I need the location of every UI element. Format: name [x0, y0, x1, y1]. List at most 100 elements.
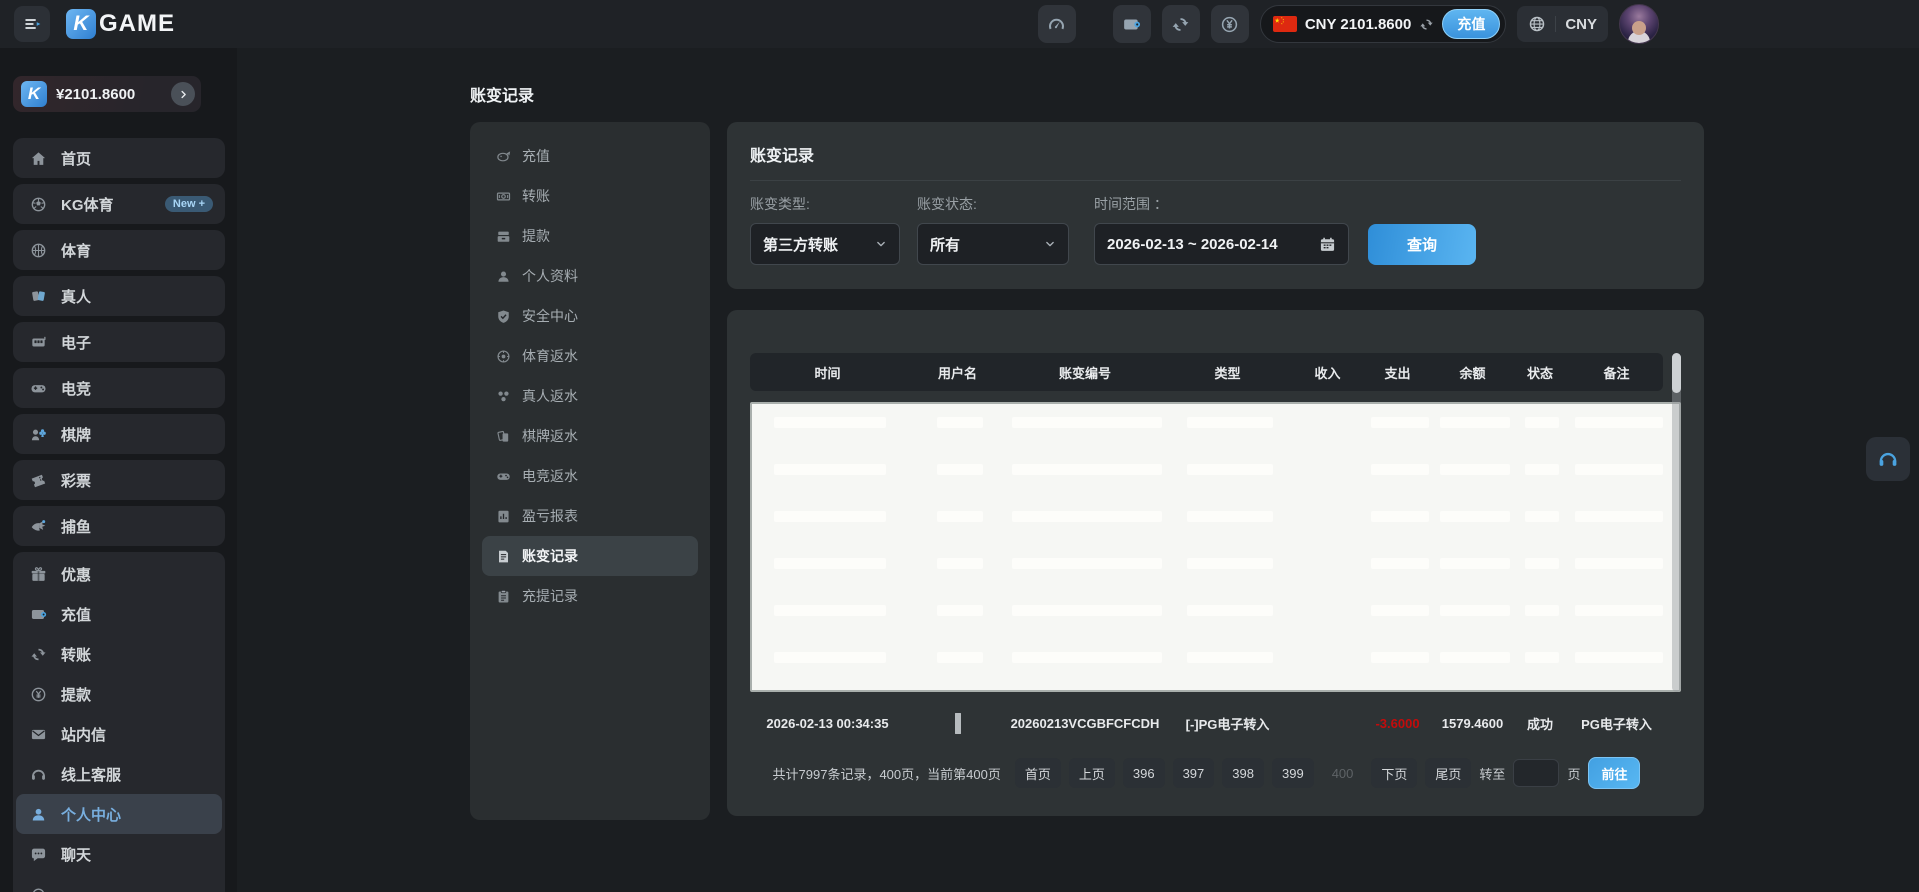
submenu-item-register[interactable]: 提款 [482, 216, 698, 256]
sidebar-item-circle[interactable] [16, 874, 222, 892]
sidebar-item-label: 线上客服 [61, 764, 208, 785]
divider [1555, 16, 1556, 32]
wallet-expand-button[interactable] [171, 82, 195, 106]
page-number-button[interactable]: 397 [1173, 758, 1215, 788]
wallet-logo-icon: K [21, 81, 47, 107]
page-number-button: 400 [1322, 758, 1364, 788]
cell-username [905, 716, 1010, 731]
speed-button[interactable] [1038, 5, 1076, 43]
support-float-button[interactable] [1866, 437, 1910, 481]
page-number-button[interactable]: 398 [1222, 758, 1264, 788]
sidebar-item-person[interactable]: 个人中心 [16, 794, 222, 834]
sidebar-item-mail[interactable]: 站内信 [16, 714, 222, 754]
sidebar-item-slot[interactable]: 电子 [13, 322, 225, 362]
ghost-row [752, 414, 1665, 430]
sidebar-item-refresh[interactable]: 转账 [16, 634, 222, 674]
menu-toggle-button[interactable] [14, 6, 50, 42]
balance-amount: CNY 2101.8600 [1305, 16, 1411, 33]
cell-status: 成功 [1510, 714, 1570, 733]
go-button[interactable]: 前往 [1588, 757, 1640, 789]
sidebar-item-label: 个人中心 [61, 804, 208, 825]
ghost-row [752, 649, 1665, 665]
submenu-item-gamepad[interactable]: 电竞返水 [482, 456, 698, 496]
sidebar-item-home[interactable]: 首页 [13, 138, 225, 178]
submenu-item-doc[interactable]: 账变记录 [482, 536, 698, 576]
ghost-row [752, 555, 1665, 571]
wallet-button[interactable] [1113, 5, 1151, 43]
prev-page-button[interactable]: 上页 [1069, 758, 1115, 788]
sidebar-item-gift[interactable]: 优惠 [16, 554, 222, 594]
submenu-item-cards2[interactable]: 棋牌返水 [482, 416, 698, 456]
submenu-item-shield[interactable]: 安全中心 [482, 296, 698, 336]
gift-icon [30, 566, 47, 583]
wallet-card[interactable]: K ¥2101.8600 [13, 76, 201, 112]
goto-page-input[interactable] [1513, 759, 1559, 787]
submenu-item-bill[interactable]: 转账 [482, 176, 698, 216]
goto-label: 转至 [1479, 764, 1505, 783]
user-avatar[interactable] [1619, 4, 1659, 44]
sidebar-item-withdraw[interactable]: 提款 [16, 674, 222, 714]
submenu-item-label: 体育返水 [522, 346, 578, 366]
filter-card: 账变记录 账变类型: 第三方转账 [727, 122, 1704, 289]
globe-icon [1528, 15, 1546, 33]
filters-row: 账变类型: 第三方转账 账变状态: 所有 [750, 194, 1681, 265]
headset-icon [1877, 448, 1899, 470]
mail-icon [30, 726, 47, 743]
transfer-button[interactable] [1162, 5, 1200, 43]
sidebar-item-basketball[interactable]: 体育 [13, 230, 225, 270]
sidebar-item-label: 电竞 [61, 378, 213, 399]
gauge-icon [1047, 15, 1066, 34]
kgame-logo[interactable]: K GAME [66, 9, 175, 39]
scrollbar-thumb[interactable] [1672, 353, 1681, 393]
page-number-button[interactable]: 399 [1272, 758, 1314, 788]
table-header: 时间用户名账变编号类型收入支出余额状态备注 [750, 353, 1663, 391]
table-scrollbar[interactable] [1672, 353, 1681, 692]
report-icon [496, 509, 511, 524]
submenu-item-person[interactable]: 个人资料 [482, 256, 698, 296]
submenu-item-label: 电竞返水 [522, 466, 578, 486]
status-select-value: 所有 [930, 234, 960, 255]
type-select[interactable]: 第三方转账 [750, 223, 900, 265]
sidebar-item-label: 转账 [61, 644, 208, 665]
submenu-item-target[interactable]: 体育返水 [482, 336, 698, 376]
withdraw-icon [30, 686, 47, 703]
sidebar-item-chess[interactable]: 棋牌 [13, 414, 225, 454]
date-range-input[interactable]: 2026-02-13 ~ 2026-02-14 [1094, 223, 1349, 265]
exchange-button[interactable] [1211, 5, 1249, 43]
first-page-button[interactable]: 首页 [1015, 758, 1061, 788]
cell-balance: 1579.4600 [1435, 716, 1510, 731]
sidebar-item-label: 彩票 [61, 470, 213, 491]
submenu-panel: 充值转账提款个人资料安全中心体育返水真人返水棋牌返水电竞返水盈亏报表账变记录充提… [470, 122, 710, 820]
column-header: 余额 [1435, 363, 1510, 382]
last-page-button[interactable]: 尾页 [1425, 758, 1471, 788]
deposit-button[interactable]: 充值 [1442, 9, 1500, 39]
sidebar-item-label: 优惠 [61, 564, 208, 585]
filter-status-label: 账变状态: [917, 194, 1069, 214]
sidebar-item-cards[interactable]: 真人 [13, 276, 225, 316]
sidebar-item-headset[interactable]: 线上客服 [16, 754, 222, 794]
submenu-item-dice[interactable]: 真人返水 [482, 376, 698, 416]
submenu-item-piggy[interactable]: 充值 [482, 136, 698, 176]
submenu-item-clipboard[interactable]: 充提记录 [482, 576, 698, 616]
balance-refresh-button[interactable] [1419, 17, 1434, 32]
sidebar-item-gamepad[interactable]: 电竞 [13, 368, 225, 408]
submenu-item-report[interactable]: 盈亏报表 [482, 496, 698, 536]
sidebar-item-chat[interactable]: 聊天 [16, 834, 222, 874]
page-number-button[interactable]: 396 [1123, 758, 1165, 788]
sidebar-item-fish[interactable]: 捕鱼 [13, 506, 225, 546]
sidebar-item-label: KG体育 [61, 194, 151, 215]
column-header: 状态 [1510, 363, 1570, 382]
language-pill[interactable]: CNY [1517, 6, 1608, 42]
status-select[interactable]: 所有 [917, 223, 1069, 265]
cards-icon [30, 288, 47, 305]
submenu-item-label: 账变记录 [522, 546, 578, 566]
sidebar-item-ticket[interactable]: 彩票 [13, 460, 225, 500]
search-button[interactable]: 查询 [1368, 224, 1476, 265]
sidebar-item-label: 电子 [61, 332, 213, 353]
sidebar-item-soccer[interactable]: KG体育New + [13, 184, 225, 224]
next-page-button[interactable]: 下页 [1371, 758, 1417, 788]
person-icon [496, 269, 511, 284]
piggy-icon [496, 149, 511, 164]
doc-icon [496, 549, 511, 564]
sidebar-item-wallet[interactable]: 充值 [16, 594, 222, 634]
